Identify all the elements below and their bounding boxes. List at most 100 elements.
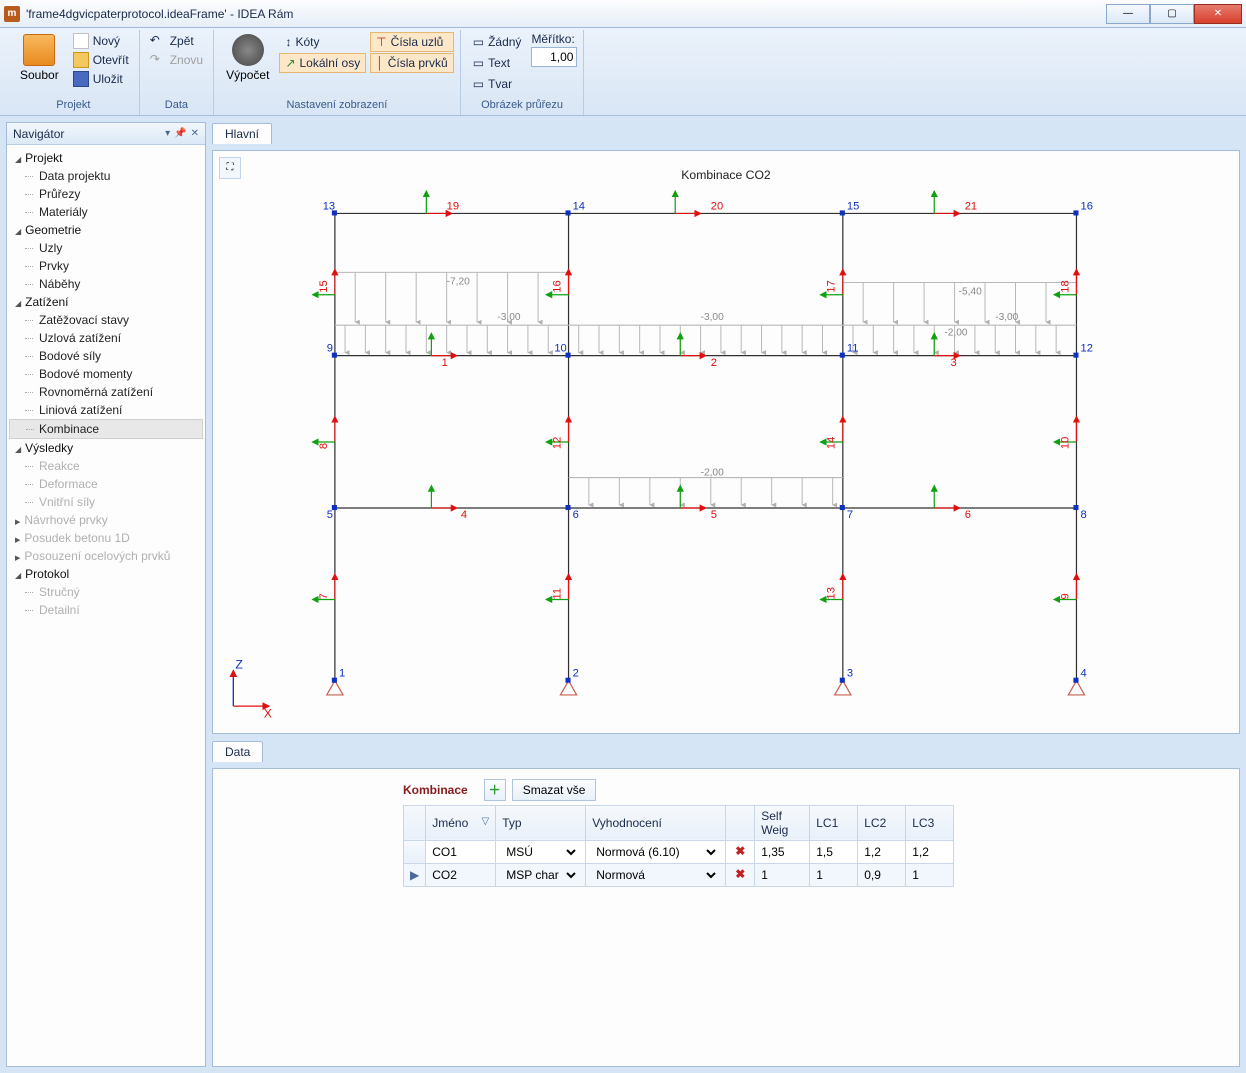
file-button[interactable]: Soubor [14,32,65,84]
add-button[interactable]: ＋ [484,779,506,801]
none-icon: ▭ [473,35,484,49]
undo-icon: ↶ [150,33,166,49]
elem-numbers-toggle[interactable]: │Čísla prvků [370,53,454,73]
cell-lc3[interactable]: 1 [906,863,954,886]
nav-pin-icon[interactable]: 📌 [174,128,186,139]
viewport[interactable]: ⛶ Kombinace CO2 [212,150,1240,734]
close-button[interactable]: ✕ [1194,4,1242,24]
tree-bm[interactable]: Bodové momenty [9,365,203,383]
svg-text:10: 10 [1059,436,1071,448]
navigator-header: Navigátor ▾ 📌 ✕ [7,123,205,145]
svg-text:16: 16 [1081,200,1093,212]
save-icon [73,71,89,87]
cell-jmeno[interactable]: CO1 [426,840,496,863]
tree-zs[interactable]: Zatěžovací stavy [9,311,203,329]
svg-text:14: 14 [826,436,838,448]
tree-uz[interactable]: Uzlová zatížení [9,329,203,347]
cell-vyhod[interactable]: Normová (6.10) [586,840,726,863]
open-button[interactable]: Otevřít [69,51,133,69]
calc-button[interactable]: Výpočet [220,32,275,84]
file-label: Soubor [20,68,59,82]
tree-prurezy[interactable]: Průřezy [9,185,203,203]
tree-posouzeni[interactable]: Posouzení ocelových prvků [9,547,203,565]
node-numbers-toggle[interactable]: ⊤Čísla uzlů [370,32,454,52]
col-lc2[interactable]: LC2 [858,805,906,840]
local-axes-toggle[interactable]: ↗Lokální osy [279,53,366,73]
svg-text:13: 13 [826,587,838,599]
new-button[interactable]: Nový [69,32,133,50]
col-del [726,805,755,840]
cell-typ[interactable]: MSÚ [496,840,586,863]
tree-reakce[interactable]: Reakce [9,457,203,475]
fullscreen-icon[interactable]: ⛶ [219,157,241,179]
tree-deformace[interactable]: Deformace [9,475,203,493]
col-lc1[interactable]: LC1 [810,805,858,840]
table-row[interactable]: CO1 MSÚ Normová (6.10) ✖ 1,35 1,5 1,2 1,… [404,840,954,863]
maximize-button[interactable]: ▢ [1150,4,1194,24]
tree-nabehy[interactable]: Náběhy [9,275,203,293]
tree-navrh[interactable]: Návrhové prvky [9,511,203,529]
col-lc3[interactable]: LC3 [906,805,954,840]
tree-data-projektu[interactable]: Data projektu [9,167,203,185]
tree-geometrie[interactable]: Geometrie [9,221,203,239]
scale-input[interactable] [531,47,577,67]
nav-close-icon[interactable]: ✕ [191,128,199,139]
cell-lc1[interactable]: 1,5 [810,840,858,863]
cell-lc2[interactable]: 1,2 [858,840,906,863]
cell-lc3[interactable]: 1,2 [906,840,954,863]
col-jmeno[interactable]: Jméno▽ [426,805,496,840]
svg-text:18: 18 [1059,280,1071,292]
tree-lz[interactable]: Liniová zatížení [9,401,203,419]
tree-prvky[interactable]: Prvky [9,257,203,275]
svg-text:6: 6 [573,509,579,521]
tree-vysledky[interactable]: Výsledky [9,439,203,457]
row-delete-icon[interactable]: ✖ [732,867,748,883]
tree-protokol[interactable]: Protokol [9,565,203,583]
cell-typ[interactable]: MSP char [496,863,586,886]
cell-lc1[interactable]: 1 [810,863,858,886]
col-typ[interactable]: Typ [496,805,586,840]
cell-sw[interactable]: 1,35 [755,840,810,863]
delete-all-button[interactable]: Smazat vše [512,779,597,801]
tree-projekt[interactable]: Projekt [9,149,203,167]
col-vyhod[interactable]: Vyhodnocení [586,805,726,840]
table-row[interactable]: ▶ CO2 MSP char Normová ✖ 1 1 0,9 1 [404,863,954,886]
save-button[interactable]: Uložit [69,70,133,88]
svg-text:7: 7 [318,593,330,599]
cell-jmeno[interactable]: CO2 [426,863,496,886]
tree-vs[interactable]: Vnitřní síly [9,493,203,511]
row-delete-icon[interactable]: ✖ [732,844,748,860]
nav-dropdown-icon[interactable]: ▾ [165,128,170,139]
tree-bs[interactable]: Bodové síly [9,347,203,365]
tree-materialy[interactable]: Materiály [9,203,203,221]
undo-button[interactable]: ↶Zpět [146,32,207,50]
tab-data[interactable]: Data [212,741,263,762]
svg-text:10: 10 [554,342,566,354]
section-none-toggle[interactable]: ▭Žádný [467,32,528,52]
section-shape-toggle[interactable]: ▭Tvar [467,74,528,94]
svg-text:Kombinace CO2: Kombinace CO2 [681,168,771,182]
text-icon: ▭ [473,56,484,70]
section-text-toggle[interactable]: ▭Text [467,53,528,73]
open-icon [73,52,89,68]
tree-posudek[interactable]: Posudek betonu 1D [9,529,203,547]
tree-strucny[interactable]: Stručný [9,583,203,601]
cell-lc2[interactable]: 0,9 [858,863,906,886]
svg-text:12: 12 [1081,342,1093,354]
tree-zatizeni[interactable]: Zatížení [9,293,203,311]
svg-text:-2,00: -2,00 [701,467,724,478]
cell-vyhod[interactable]: Normová [586,863,726,886]
tree-kombinace[interactable]: Kombinace [9,419,203,439]
tab-hlavni[interactable]: Hlavní [212,123,272,144]
redo-button[interactable]: ↷Znovu [146,51,207,69]
cell-sw[interactable]: 1 [755,863,810,886]
tree-rz[interactable]: Rovnoměrná zatížení [9,383,203,401]
koty-toggle[interactable]: ↕Kóty [279,32,366,52]
filter-icon[interactable]: ▽ [482,816,490,827]
tree-detailni[interactable]: Detailní [9,601,203,619]
scale-label: Měřítko: [531,32,577,46]
svg-text:-5,40: -5,40 [959,286,982,297]
minimize-button[interactable]: — [1106,4,1150,24]
col-sw[interactable]: Self Weig [755,805,810,840]
tree-uzly[interactable]: Uzly [9,239,203,257]
